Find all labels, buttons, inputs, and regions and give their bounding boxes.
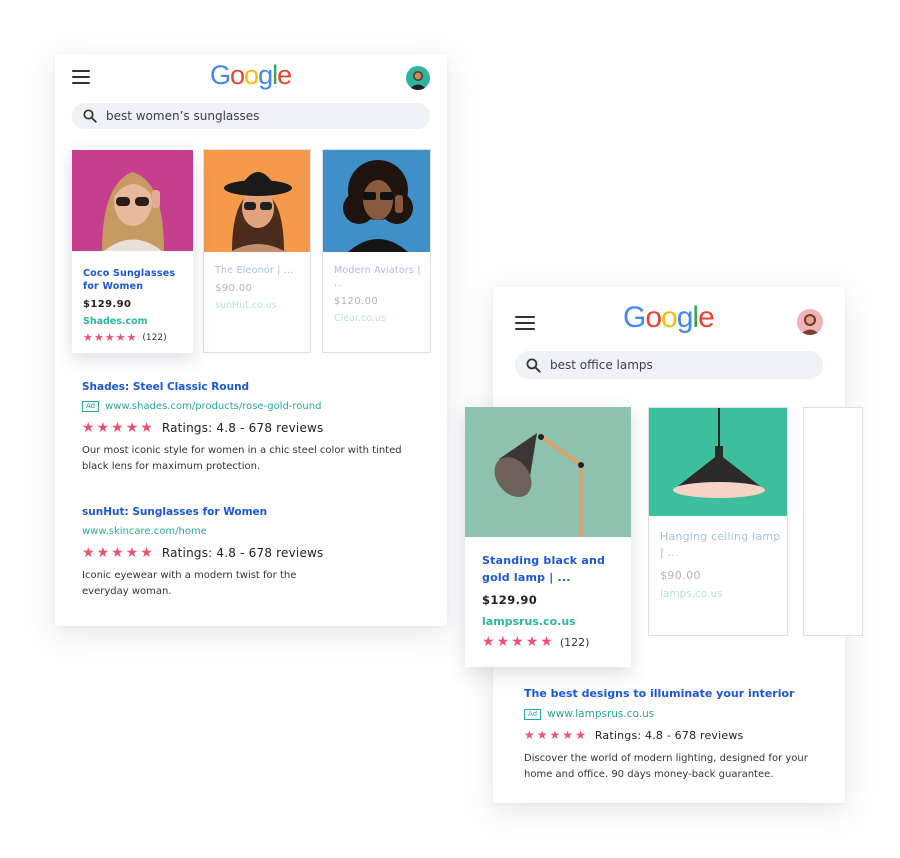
product-image	[72, 150, 193, 251]
google-logo: Google	[623, 301, 715, 334]
product-domain: sunHut.co.us	[215, 300, 277, 311]
result-description: Our most iconic style for women in a chi…	[82, 445, 402, 472]
result-rating: ★ ★ ★ ★ ★ Ratings: 4.8 - 678 reviews	[82, 420, 324, 436]
search-bar[interactable]: best women’s sunglasses	[72, 103, 430, 129]
product-domain: lampsrus.co.us	[482, 615, 576, 628]
product-price: $90.00	[215, 283, 253, 294]
result-title-link[interactable]: Shades: Steel Classic Round	[82, 381, 422, 393]
user-avatar[interactable]	[406, 66, 430, 90]
product-card-partial[interactable]	[803, 407, 863, 636]
product-price: $129.90	[83, 299, 132, 310]
search-results-panel-sunglasses: Google best women’s sunglasses Coco Sung…	[55, 54, 447, 626]
product-title[interactable]: Standing black and gold lamp | ...	[482, 552, 625, 586]
rating-count: (122)	[142, 332, 167, 343]
product-card[interactable]: Modern Aviators | ... $120.00 Clear.co.u…	[322, 149, 431, 353]
product-domain: lamps.co.us	[660, 588, 723, 600]
product-card[interactable]: The Eleonor | ... $90.00 sunHut.co.us	[203, 149, 311, 353]
result-rating: ★ ★ ★ ★ ★ Ratings: 4.8 - 678 reviews	[82, 545, 324, 561]
product-title[interactable]: The Eleonor | ...	[215, 264, 304, 277]
search-result: Shades: Steel Classic Round Ad www.shades…	[82, 381, 422, 475]
product-card[interactable]: Coco Sunglasses for Women $129.90 Shades…	[72, 150, 193, 353]
product-title[interactable]: Hanging ceiling lamp | ...	[660, 529, 781, 561]
result-rating: ★ ★ ★ ★ ★ Ratings: 4.8 - 678 reviews	[524, 728, 744, 742]
result-url[interactable]: Ad www.shades.com/products/rose-gold-roun…	[82, 401, 422, 412]
product-price: $120.00	[334, 296, 379, 307]
product-image	[649, 408, 787, 516]
menu-icon[interactable]	[515, 316, 535, 330]
product-image	[465, 407, 631, 537]
search-icon	[83, 109, 97, 123]
google-logo: Google	[210, 60, 292, 90]
search-result: sunHut: Sunglasses for Women www.skincar…	[82, 506, 422, 600]
search-icon	[526, 357, 541, 373]
product-card[interactable]: Standing black and gold lamp | ... $129.…	[465, 407, 631, 667]
product-price: $90.00	[660, 569, 701, 582]
result-url[interactable]: Ad www.lampsrus.co.us	[524, 708, 829, 720]
rating-stars: ★ ★ ★ ★ ★ (122)	[83, 331, 167, 344]
product-domain: Clear.co.us	[334, 313, 386, 324]
ad-badge: Ad	[524, 708, 542, 720]
result-url[interactable]: www.skincare.com/home	[82, 526, 422, 537]
rating-stars: ★ ★ ★ ★ ★ (122)	[482, 634, 590, 650]
result-title-link[interactable]: sunHut: Sunglasses for Women	[82, 506, 422, 518]
menu-icon[interactable]	[72, 70, 90, 84]
product-price: $129.90	[482, 593, 538, 607]
product-title[interactable]: Modern Aviators | ...	[334, 264, 424, 290]
product-image	[204, 150, 310, 252]
search-result: The best designs to illuminate your inte…	[524, 687, 829, 783]
search-bar[interactable]: best office lamps	[515, 351, 823, 379]
result-description: Discover the world of modern lighting, d…	[524, 753, 808, 780]
product-image	[323, 150, 430, 252]
product-title[interactable]: Coco Sunglasses for Women	[83, 267, 187, 293]
search-query: best women’s sunglasses	[106, 109, 260, 123]
user-avatar[interactable]	[797, 309, 823, 335]
search-query: best office lamps	[550, 358, 653, 372]
result-description: Iconic eyewear with a modern twist for t…	[82, 570, 297, 597]
product-domain: Shades.com	[83, 316, 148, 327]
ad-badge: Ad	[82, 401, 100, 412]
rating-count: (122)	[559, 635, 590, 649]
result-title-link[interactable]: The best designs to illuminate your inte…	[524, 687, 829, 700]
product-card[interactable]: Hanging ceiling lamp | ... $90.00 lamps.…	[648, 407, 788, 636]
